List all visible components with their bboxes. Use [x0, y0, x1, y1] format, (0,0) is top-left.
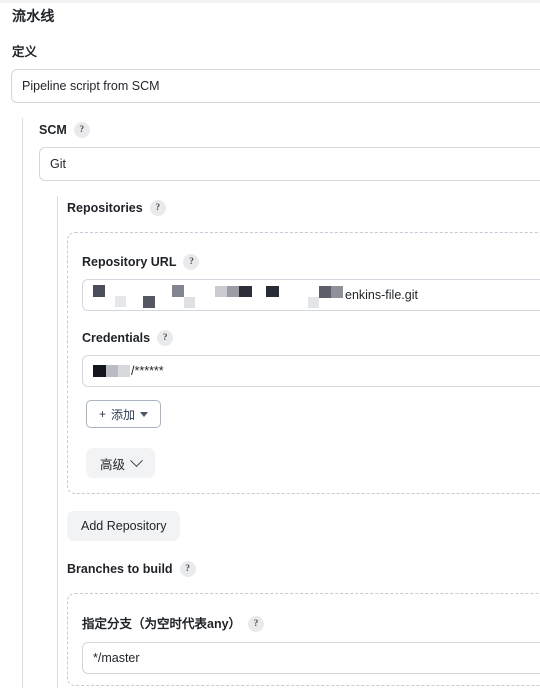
scm-label: SCM	[39, 123, 67, 137]
add-credentials-label: 添加	[111, 407, 136, 422]
advanced-toggle-button[interactable]: 高级	[86, 448, 156, 478]
credentials-value-suffix: /******	[131, 364, 164, 378]
branch-specifier-label-row: 指定分支（为空时代表any） ?	[82, 616, 265, 632]
advanced-label: 高级	[100, 457, 126, 472]
credentials-redaction	[93, 360, 131, 382]
credentials-label-row: Credentials ?	[82, 330, 174, 346]
repositories-guide-rail	[57, 196, 58, 688]
repository-url-value-suffix: enkins-file.git	[345, 288, 418, 302]
scm-help-icon[interactable]: ?	[73, 122, 90, 138]
branch-specifier-help-icon[interactable]: ?	[248, 616, 265, 632]
branch-specifier-input[interactable]: */master	[82, 642, 540, 674]
branches-help-icon[interactable]: ?	[179, 561, 196, 577]
definition-select[interactable]: Pipeline script from SCM	[11, 69, 540, 103]
branch-specifier-value: */master	[93, 651, 140, 665]
branch-specifier-label: 指定分支（为空时代表any）	[82, 617, 242, 631]
definition-label: 定义	[12, 45, 38, 59]
credentials-help-icon[interactable]: ?	[157, 330, 174, 346]
repository-url-label-row: Repository URL ?	[82, 254, 200, 270]
scm-guide-rail	[22, 118, 23, 688]
definition-label-row: 定义	[12, 43, 37, 61]
top-divider	[0, 0, 540, 3]
scm-select[interactable]: Git	[39, 147, 540, 181]
credentials-select[interactable]: /******	[82, 355, 540, 387]
repository-url-help-icon[interactable]: ?	[183, 254, 200, 270]
add-repository-button[interactable]: Add Repository	[67, 511, 181, 541]
plus-icon: +	[99, 407, 107, 421]
chevron-down-icon	[130, 453, 143, 467]
scm-label-row: SCM ?	[39, 122, 90, 138]
branches-label: Branches to build	[67, 562, 173, 576]
page-title: 流水线	[12, 8, 55, 24]
repositories-label: Repositories	[67, 201, 143, 215]
definition-select-value: Pipeline script from SCM	[22, 79, 160, 93]
caret-down-icon	[140, 411, 149, 417]
repository-url-label: Repository URL	[82, 255, 177, 269]
scm-select-value: Git	[50, 157, 66, 171]
add-credentials-button[interactable]: + 添加	[86, 400, 162, 428]
repository-url-input[interactable]: enkins-file.git	[82, 279, 540, 311]
branches-label-row: Branches to build ?	[67, 561, 196, 577]
repositories-help-icon[interactable]: ?	[149, 200, 166, 216]
pipeline-config-page: 流水线 定义 Pipeline script from SCM SCM ? Gi…	[0, 0, 540, 688]
credentials-label: Credentials	[82, 331, 151, 345]
add-repository-label: Add Repository	[81, 519, 167, 533]
repository-url-redaction	[93, 284, 345, 308]
repositories-label-row: Repositories ?	[67, 200, 166, 216]
